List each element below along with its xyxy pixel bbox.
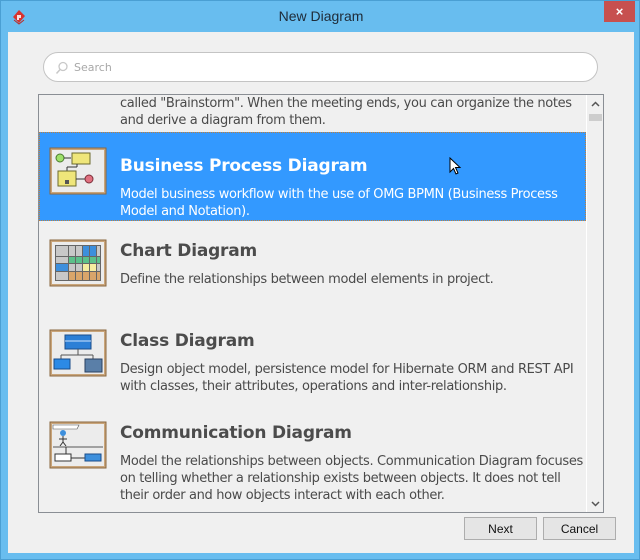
window-title: New Diagram	[278, 8, 364, 24]
item-name: Chart Diagram	[120, 241, 258, 261]
search-input[interactable]	[74, 57, 574, 77]
cancel-button[interactable]: Cancel	[543, 517, 616, 540]
item-description: Model the relationships between objects.…	[120, 454, 583, 503]
list-item-communication-diagram[interactable]: Communication Diagram Model the relation…	[39, 405, 586, 512]
list-scrollbar[interactable]	[586, 95, 603, 512]
search-icon	[55, 61, 68, 75]
search-box[interactable]	[43, 52, 598, 82]
diagram-type-list-viewport: called "Brainstorm". When the meeting en…	[39, 95, 586, 512]
partial-item-description: called "Brainstorm". When the meeting en…	[120, 96, 572, 128]
item-name: Business Process Diagram	[120, 156, 368, 176]
chevron-down-icon	[591, 500, 600, 507]
title-bar[interactable]: New Diagram ×	[1, 1, 640, 32]
new-diagram-dialog: New Diagram × called "Brainstorm". When …	[0, 0, 640, 560]
chart-diagram-icon	[49, 239, 107, 287]
item-description: Model business workflow with the use of …	[120, 187, 558, 219]
mouse-cursor-icon	[449, 157, 462, 175]
dialog-content: called "Brainstorm". When the meeting en…	[8, 32, 634, 553]
scroll-thumb[interactable]	[589, 114, 602, 121]
item-name: Class Diagram	[120, 331, 255, 351]
list-item-chart-diagram[interactable]: Chart Diagram Define the relationships b…	[39, 221, 586, 313]
scroll-up-button[interactable]	[587, 95, 603, 112]
scroll-down-button[interactable]	[587, 495, 603, 512]
list-item-business-process-diagram[interactable]: Business Process Diagram Model business …	[39, 132, 586, 221]
item-name: Communication Diagram	[120, 423, 352, 443]
next-button[interactable]: Next	[464, 517, 537, 540]
close-icon: ×	[615, 4, 624, 19]
item-description: Design object model, persistence model f…	[120, 362, 574, 394]
list-item-class-diagram[interactable]: Class Diagram Design object model, persi…	[39, 313, 586, 405]
diagram-type-list[interactable]: called "Brainstorm". When the meeting en…	[38, 94, 604, 513]
chevron-up-icon	[591, 100, 600, 107]
communication-diagram-icon	[49, 421, 107, 469]
item-description: Define the relationships between model e…	[120, 272, 494, 287]
class-diagram-icon	[49, 329, 107, 377]
business-process-diagram-icon	[49, 147, 107, 195]
close-button[interactable]: ×	[604, 1, 635, 22]
